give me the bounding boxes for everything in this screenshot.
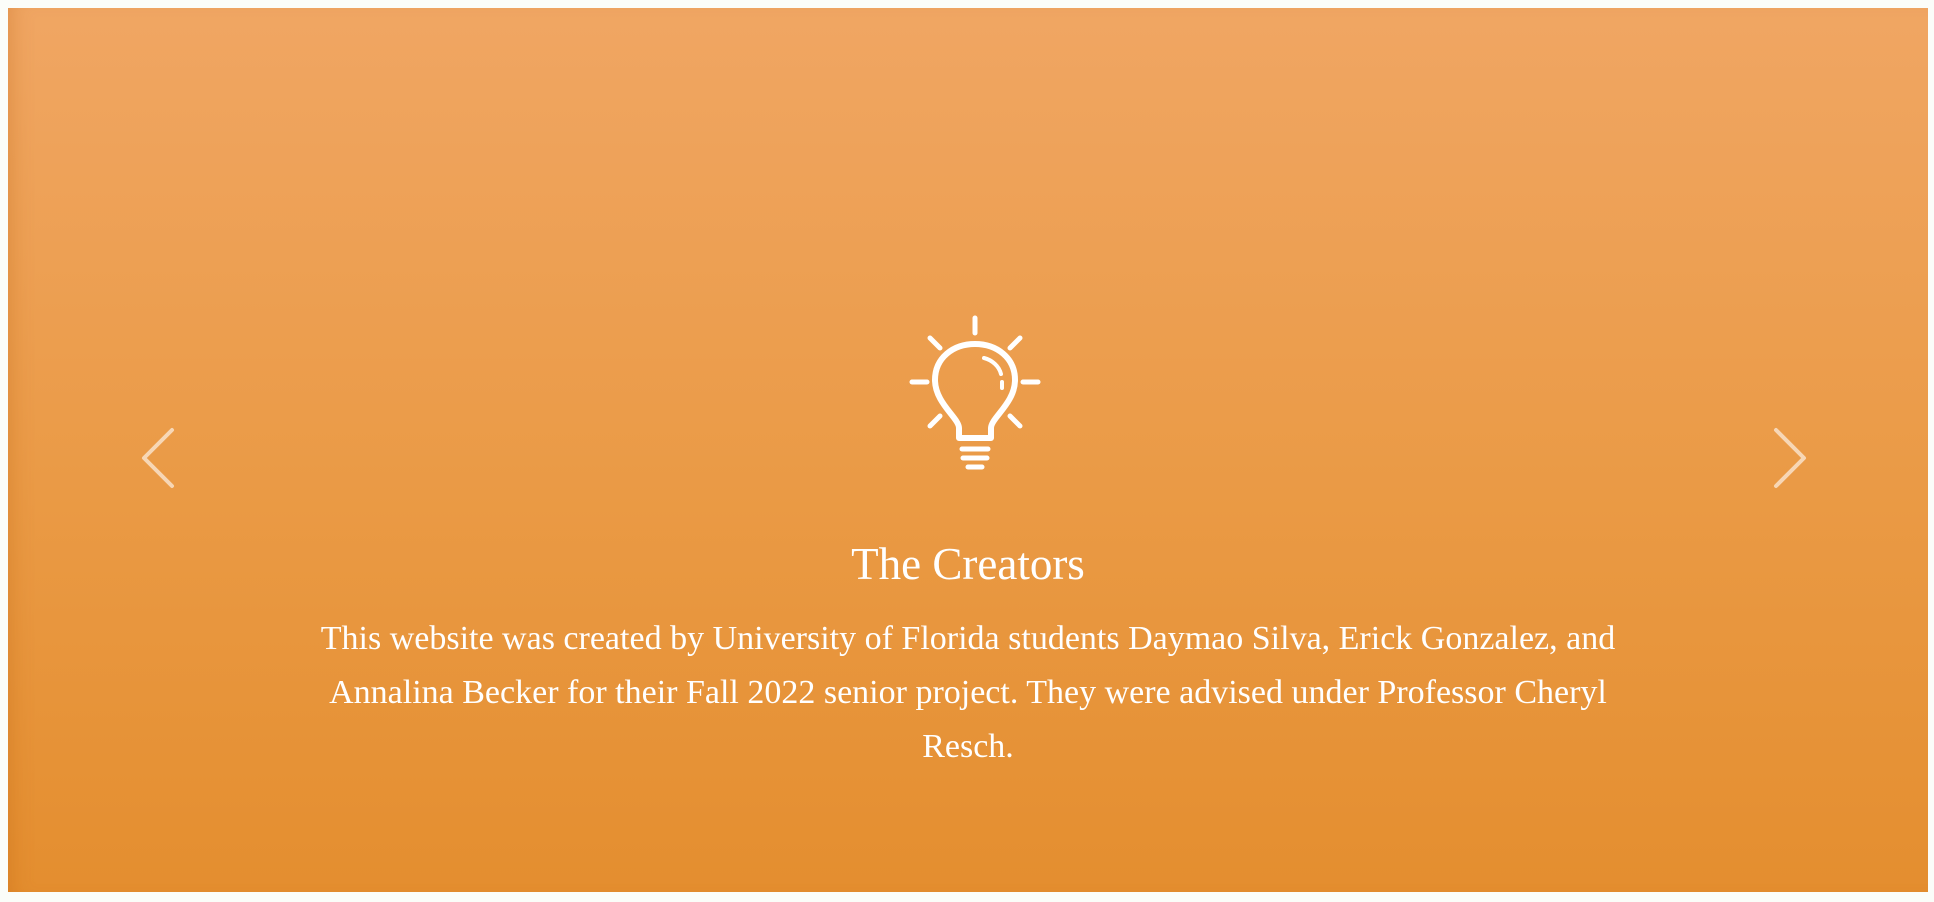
lightbulb-icon bbox=[900, 308, 1050, 488]
carousel-prev-button[interactable] bbox=[128, 418, 188, 498]
slide-title: The Creators bbox=[851, 539, 1085, 589]
chevron-right-icon bbox=[1774, 428, 1806, 488]
carousel-next-button[interactable] bbox=[1760, 418, 1820, 498]
carousel: The Creators This website was created by… bbox=[8, 8, 1928, 892]
carousel-slide: The Creators This website was created by… bbox=[8, 8, 1928, 892]
slide-description: This website was created by University o… bbox=[320, 620, 1616, 765]
chevron-left-icon bbox=[142, 428, 174, 488]
